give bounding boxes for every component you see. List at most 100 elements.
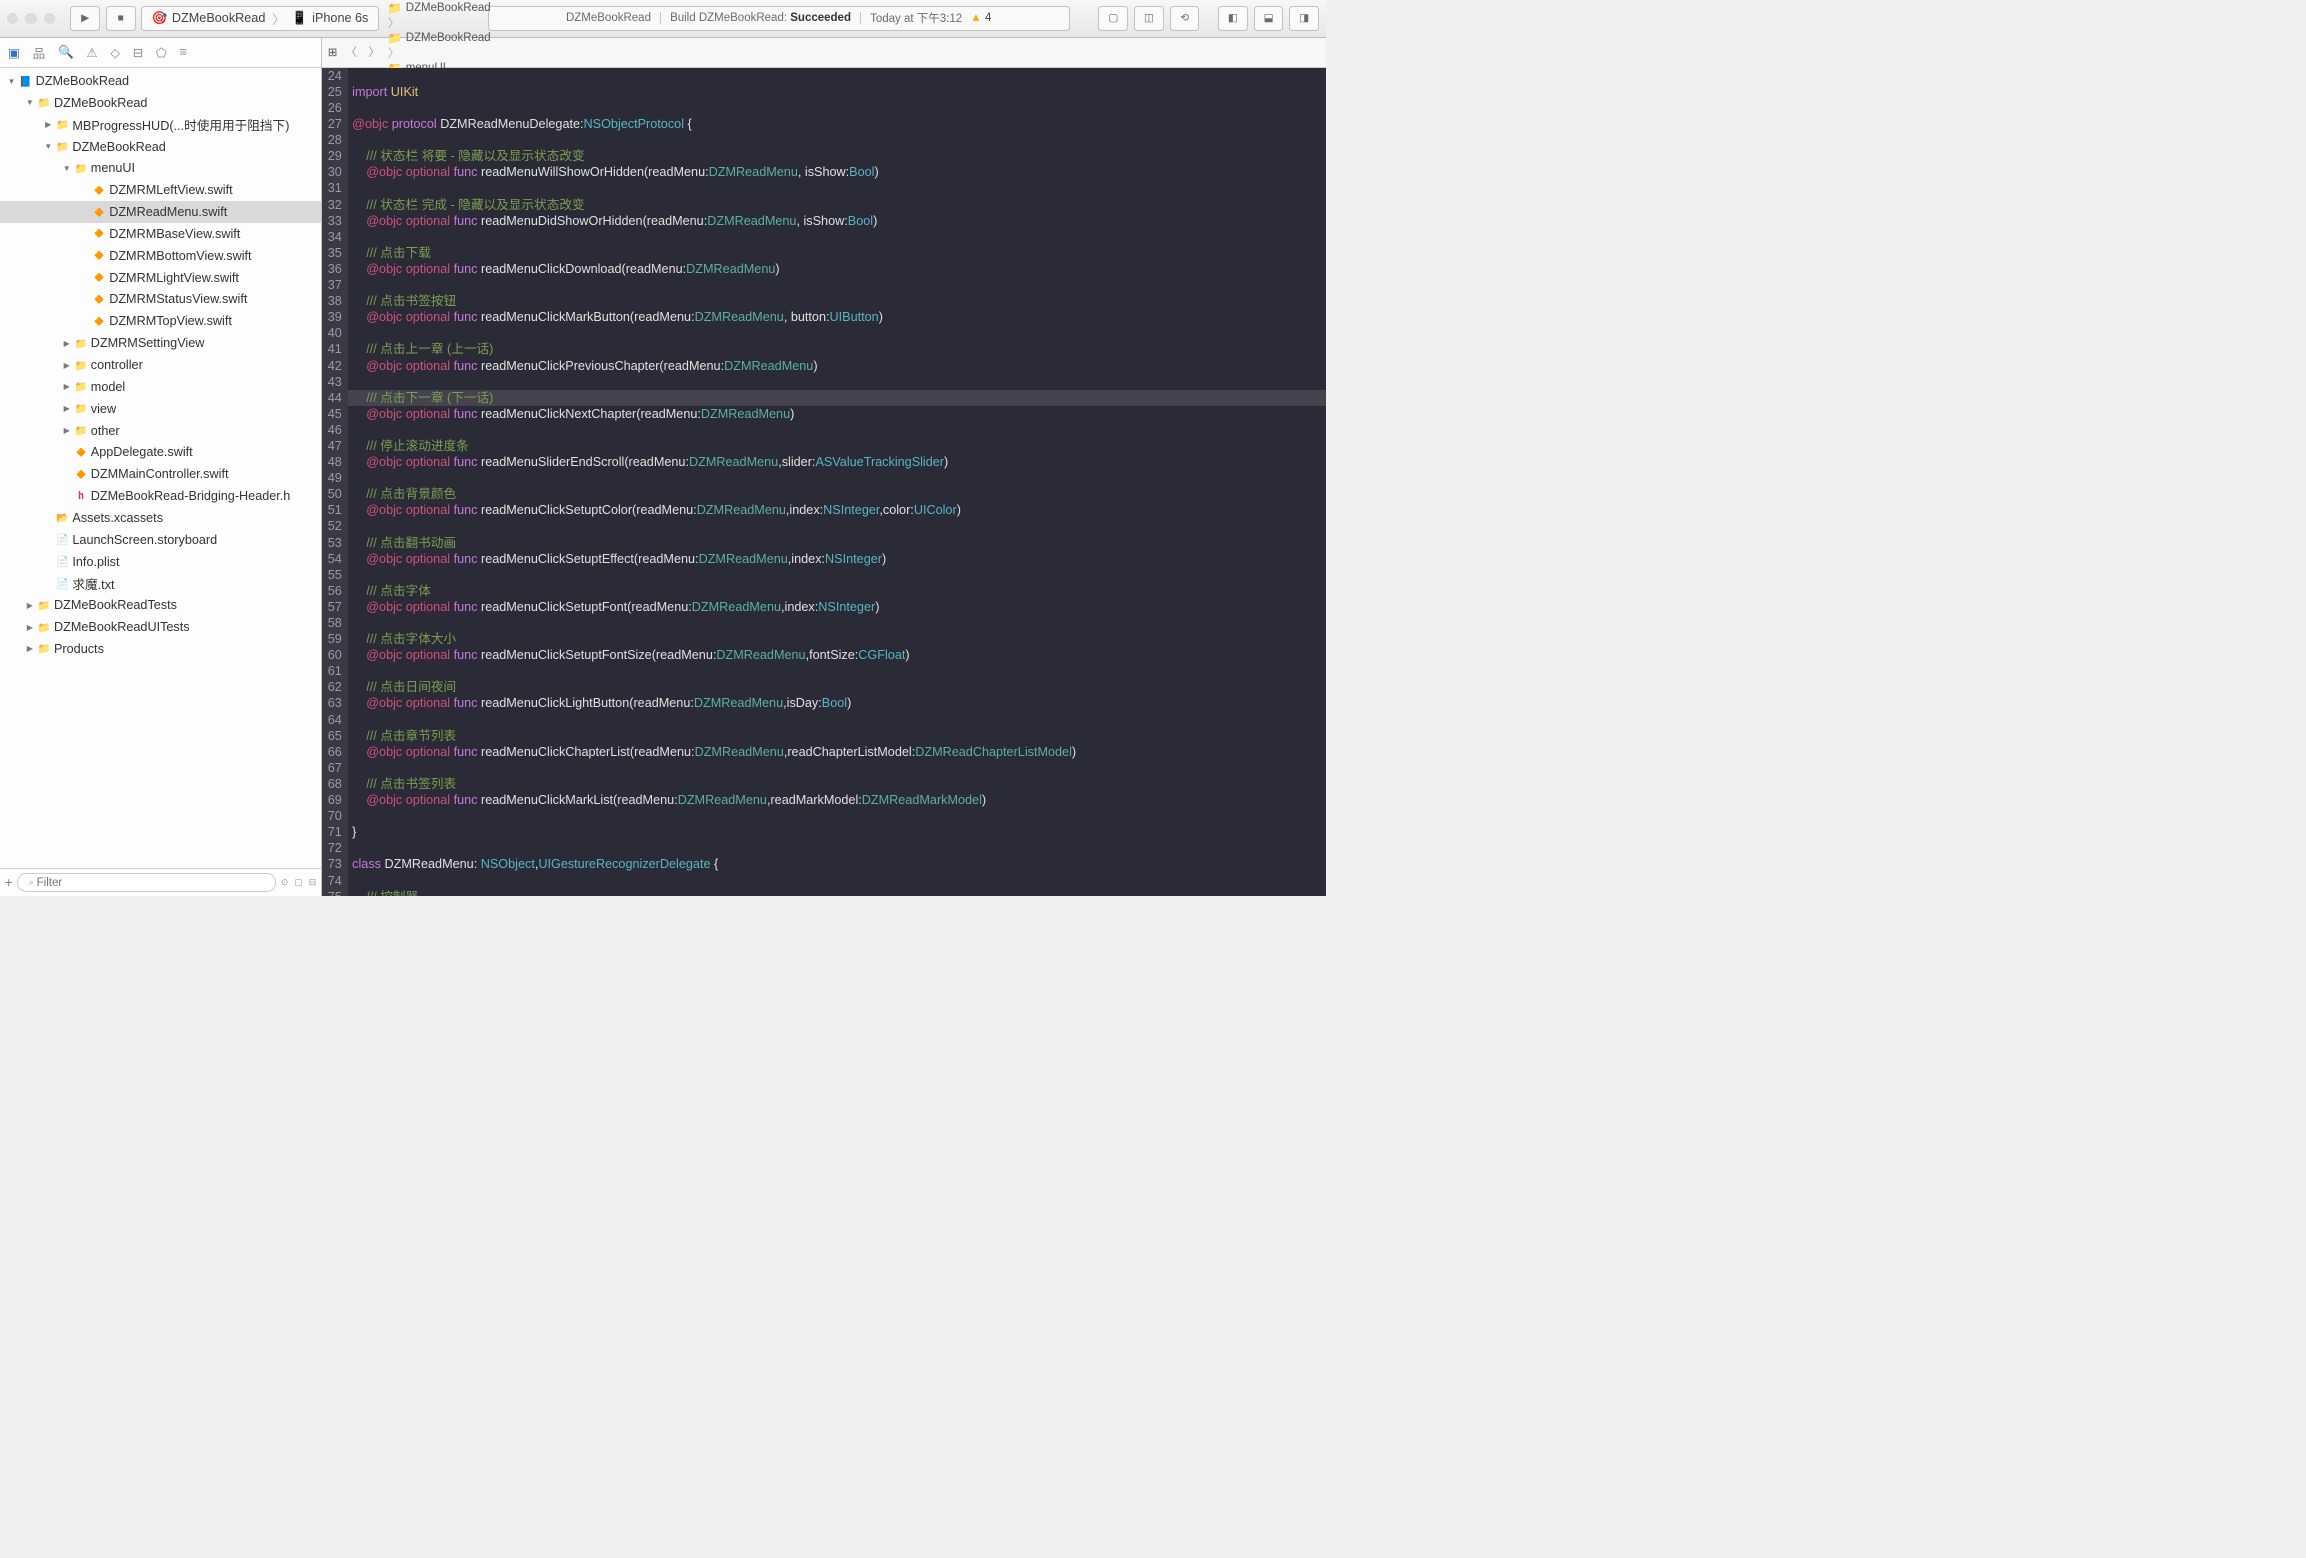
swift-icon <box>93 271 106 284</box>
nav-forward[interactable]: 〉 <box>365 44 383 60</box>
nav-tab-issue[interactable]: ⚠ <box>86 45 97 60</box>
disclosure-icon[interactable]: ▼ <box>7 77 16 86</box>
nav-tab-find[interactable]: 🔍 <box>58 45 74 60</box>
stop-button[interactable] <box>106 6 136 31</box>
disclosure-icon[interactable]: ▼ <box>62 164 71 173</box>
tree-item[interactable]: DZMRMLeftView.swift <box>0 179 321 201</box>
jump-crumb[interactable]: 📁DZMeBookRead <box>388 1 535 15</box>
swift-icon <box>93 249 106 262</box>
tree-label: Info.plist <box>72 555 119 569</box>
tree-item[interactable]: DZMRMTopView.swift <box>0 310 321 332</box>
editor-mode-version[interactable]: ⟲ <box>1170 6 1200 31</box>
tree-item[interactable]: ▶Products <box>0 638 321 660</box>
scheme-target[interactable]: 🎯 DZMeBookRead〉📱 iPhone 6s <box>142 7 377 30</box>
nav-tab-breakpoint[interactable]: ⬠ <box>156 45 167 60</box>
tree-item[interactable]: ▼ DZMeBookRead <box>0 92 321 114</box>
nav-tab-project[interactable]: ▣ <box>8 45 20 60</box>
tree-label: Assets.xcassets <box>72 511 163 525</box>
tree-item[interactable]: ▼DZMeBookRead <box>0 136 321 158</box>
toggle-navigator[interactable]: ◧ <box>1218 6 1248 31</box>
window-controls <box>7 13 55 25</box>
scheme-selector[interactable]: 🎯 DZMeBookRead〉📱 iPhone 6s <box>141 6 378 31</box>
code-content[interactable]: import UIKit @objc protocol DZMReadMenuD… <box>348 68 1326 896</box>
tree-label: AppDelegate.swift <box>91 445 193 459</box>
swift-icon <box>75 468 88 481</box>
tree-item[interactable]: LaunchScreen.storyboard <box>0 529 321 551</box>
tree-item[interactable]: DZMRMStatusView.swift <box>0 289 321 311</box>
editor-area: ⊞ 〈 〉 📘DZMeBookRead〉📁DZMeBookRead〉📁DZMeB… <box>322 38 1326 896</box>
nav-back[interactable]: 〈 <box>342 44 360 60</box>
tree-label: DZMeBookRead <box>54 96 147 110</box>
tree-item[interactable]: ▼DZMeBookRead <box>0 70 321 92</box>
disclosure-icon[interactable]: ▶ <box>25 601 34 610</box>
disclosure-icon[interactable]: ▶ <box>62 361 71 370</box>
add-button[interactable]: + <box>5 875 13 890</box>
tree-item[interactable]: ▶ MBProgressHUD(...时使用用于阻挡下) <box>0 114 321 136</box>
tree-item[interactable]: DZMMainController.swift <box>0 463 321 485</box>
tree-item[interactable]: DZMReadMenu.swift <box>0 201 321 223</box>
disclosure-icon[interactable]: ▼ <box>25 98 34 107</box>
tree-item[interactable]: ▶other <box>0 420 321 442</box>
tree-item[interactable]: Assets.xcassets <box>0 507 321 529</box>
jump-bar[interactable]: ⊞ 〈 〉 📘DZMeBookRead〉📁DZMeBookRead〉📁DZMeB… <box>322 38 1326 68</box>
disclosure-icon[interactable]: ▶ <box>62 426 71 435</box>
tree-item[interactable]: ▶DZMeBookReadTests <box>0 594 321 616</box>
run-button[interactable] <box>70 6 100 31</box>
tree-item[interactable]: AppDelegate.swift <box>0 441 321 463</box>
disclosure-icon[interactable]: ▶ <box>62 404 71 413</box>
toolbar: 🎯 DZMeBookRead〉📱 iPhone 6s DZMeBookRead … <box>0 0 1326 38</box>
tree-item[interactable]: DZMeBookRead-Bridging-Header.h <box>0 485 321 507</box>
activity-lcd: DZMeBookRead | Build DZMeBookRead: Succe… <box>488 6 1070 31</box>
related-items-icon[interactable]: ⊞ <box>328 45 338 59</box>
editor-mode-standard[interactable]: ▢ <box>1098 6 1128 31</box>
tree-item[interactable]: Info.plist <box>0 551 321 573</box>
tree-item[interactable]: DZMRMLightView.swift <box>0 267 321 289</box>
tree-label: controller <box>91 358 143 372</box>
tree-label: DZMRMStatusView.swift <box>109 292 247 306</box>
minimize-window[interactable] <box>25 13 37 25</box>
tree-item[interactable]: DZMRMBottomView.swift <box>0 245 321 267</box>
code-editor[interactable]: 2425262728293031323334353637383940414243… <box>322 68 1326 896</box>
lcd-project: DZMeBookRead <box>566 12 651 24</box>
nav-tab-debug[interactable]: ⊟ <box>133 45 144 60</box>
disclosure-icon[interactable]: ▶ <box>25 623 34 632</box>
navigator-filter: + ⌕ ⊙▢⊟ <box>0 868 321 896</box>
disclosure-icon[interactable]: ▶ <box>62 382 71 391</box>
disclosure-icon[interactable]: ▼ <box>44 142 53 151</box>
tree-label: DZMeBookRead-Bridging-Header.h <box>91 489 291 503</box>
disclosure-icon[interactable]: ▶ <box>44 120 53 129</box>
tree-label: DZMRMTopView.swift <box>109 314 232 328</box>
zoom-window[interactable] <box>44 13 56 25</box>
sb-icon <box>56 533 69 546</box>
toggle-inspector[interactable]: ◨ <box>1289 6 1319 31</box>
tree-item[interactable]: ▶model <box>0 376 321 398</box>
tree-item[interactable]: ▶DZMeBookReadUITests <box>0 616 321 638</box>
tree-item[interactable]: ▶DZMRMSettingView <box>0 332 321 354</box>
toggle-debug-area[interactable]: ⬓ <box>1254 6 1284 31</box>
toolbar-right: ▢ ◫ ⟲ ◧ ⬓ ◨ <box>1098 6 1319 31</box>
navigator: ▣ 品 🔍 ⚠ ◇ ⊟ ⬠ ≡ ▼ DZMeBookRead ▼ DZMeBookRe… <box>0 38 322 896</box>
folder-icon <box>75 359 88 372</box>
disclosure-icon[interactable]: ▶ <box>62 339 71 348</box>
editor-mode-assistant[interactable]: ◫ <box>1134 6 1164 31</box>
tree-label: MBProgressHUD(...时使用用于阻挡下) <box>72 115 289 134</box>
close-window[interactable] <box>7 13 19 25</box>
disclosure-icon[interactable]: ▶ <box>25 644 34 653</box>
tree-item[interactable]: ▶view <box>0 398 321 420</box>
project-tree[interactable]: ▼DZMeBookRead▼DZMeBookRead▶MBProgressHUD… <box>0 68 321 868</box>
nav-tab-report[interactable]: ≡ <box>180 45 187 59</box>
folder-icon <box>38 643 51 656</box>
nav-tab-symbol[interactable]: 品 <box>33 43 46 62</box>
tree-item[interactable]: DZMRMBaseView.swift <box>0 223 321 245</box>
filter-input[interactable] <box>17 873 276 891</box>
nav-tab-test[interactable]: ◇ <box>110 45 120 60</box>
swift-icon <box>93 184 106 197</box>
folder-icon <box>75 381 88 394</box>
tree-item[interactable]: 求魔.txt <box>0 573 321 595</box>
tree-item[interactable]: ▼menuUI <box>0 158 321 180</box>
lcd-warnings[interactable]: 4 <box>970 12 991 24</box>
filter-scopes[interactable]: ⊙▢⊟ <box>281 877 317 888</box>
jump-crumb[interactable]: 📁DZMeBookRead <box>388 31 535 45</box>
swift-icon <box>93 315 106 328</box>
tree-item[interactable]: ▶ controller <box>0 354 321 376</box>
